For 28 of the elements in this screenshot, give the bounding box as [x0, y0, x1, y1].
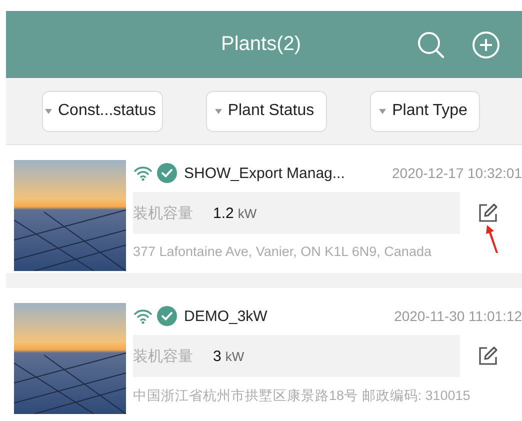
update-time: 2020-11-30 11:01:12	[394, 308, 522, 324]
add-icon[interactable]	[472, 31, 500, 59]
update-time: 2020-12-17 10:32:01	[392, 165, 522, 181]
plant-address: 中国浙江省杭州市拱墅区康景路18号 邮政编码: 310015	[133, 387, 472, 405]
caret-icon	[214, 108, 222, 114]
capacity-unit: kW	[238, 206, 257, 221]
caret-icon	[45, 108, 52, 114]
edit-icon[interactable]	[478, 346, 498, 366]
capacity-value: 1.2	[213, 205, 234, 222]
caret-icon	[379, 108, 386, 114]
edit-icon[interactable]	[478, 203, 498, 223]
capacity-label: 装机容量	[133, 204, 193, 223]
capacity-label: 装机容量	[133, 347, 193, 366]
wifi-icon	[133, 165, 153, 181]
arrow-annotation	[485, 225, 499, 253]
plant-name[interactable]: SHOW_Export Manag...	[184, 164, 345, 182]
plant-address: 377 Lafontaine Ave, Vanier, ON K1L 6N9, Canada	[133, 244, 432, 259]
filter-dropdown[interactable]: Plant Status	[206, 90, 328, 132]
header-title: Plants(2)	[220, 33, 302, 56]
capacity-value: 3	[213, 348, 222, 365]
filter-dropdown[interactable]: Plant Type	[370, 90, 480, 132]
check-circle-icon	[157, 306, 177, 326]
filter-dropdown[interactable]: Const...status	[42, 90, 163, 132]
wifi-icon	[133, 308, 153, 324]
plant-name[interactable]: DEMO_3kW	[184, 308, 268, 324]
capacity-unit: kW	[225, 349, 244, 364]
search-icon[interactable]	[417, 31, 445, 59]
check-circle-icon	[157, 163, 177, 183]
